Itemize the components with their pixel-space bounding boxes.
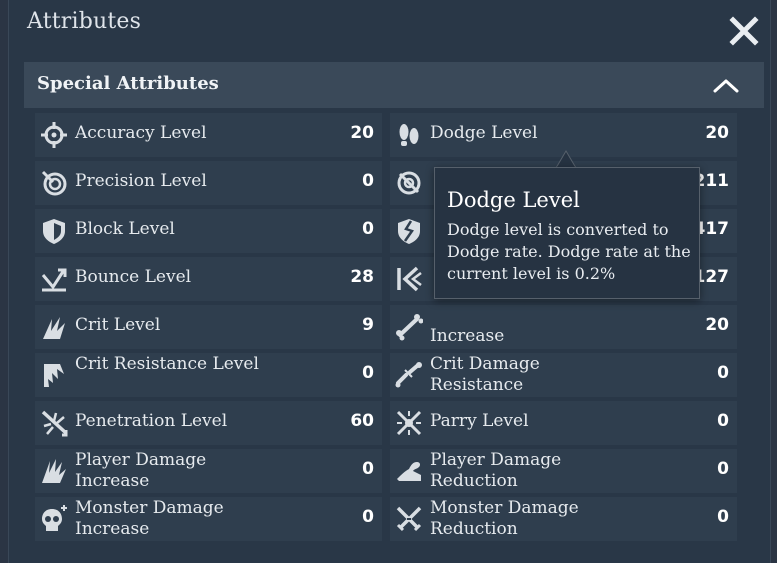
close-icon[interactable] — [727, 14, 761, 48]
attr-label: Parry Level — [430, 411, 529, 431]
attr-value: 0 — [717, 363, 729, 383]
parry-icon — [396, 410, 422, 436]
bone-icon — [396, 314, 423, 341]
attr-value: 60 — [350, 411, 374, 431]
attr-label: Penetration Level — [75, 411, 228, 431]
window-title: Attributes — [27, 9, 142, 34]
target-spiral-icon — [41, 170, 67, 196]
attr-penetration-level[interactable]: Penetration Level 60 — [35, 401, 382, 445]
attr-value: 28 — [350, 267, 374, 287]
attr-crit-level[interactable]: Crit Level 9 — [35, 305, 382, 349]
attr-value: 9 — [362, 315, 374, 335]
attr-value: 0 — [717, 459, 729, 479]
attr-label: Precision Level — [75, 171, 207, 191]
attr-value: 20 — [350, 123, 374, 143]
crosshair-icon — [41, 122, 67, 148]
attr-accuracy-level[interactable]: Accuracy Level 20 — [35, 113, 382, 157]
attr-label: Accuracy Level — [75, 123, 207, 143]
attr-label: Crit Damage Resistance — [430, 354, 540, 395]
crit-burst-icon — [43, 317, 65, 339]
attr-player-damage-increase[interactable]: Player Damage Increase 0 — [35, 449, 382, 493]
attr-label: Crit Level — [75, 315, 161, 335]
attr-label: Bounce Level — [75, 267, 192, 287]
arm-icon — [397, 462, 421, 481]
tooltip-pointer — [556, 150, 576, 168]
attr-label: Block Level — [75, 219, 175, 239]
attr-label: Monster Damage Increase — [75, 498, 224, 539]
crossed-swords-icon — [396, 506, 422, 532]
attr-label: Player Damage Increase — [75, 450, 207, 491]
chevron-up-icon[interactable] — [712, 78, 740, 94]
penetration-icon — [41, 410, 68, 437]
attr-value: 0 — [362, 459, 374, 479]
skull-icon — [42, 505, 67, 531]
attr-value: 0 — [717, 507, 729, 527]
attr-label: Crit Resistance Level — [75, 354, 259, 374]
rebound-icon — [397, 266, 422, 292]
attr-label: Increase — [430, 326, 505, 346]
bounce-arrow-icon — [41, 268, 67, 292]
attr-value: 0 — [362, 219, 374, 239]
attr-label: Monster Damage Reduction — [430, 498, 579, 539]
attr-monster-damage-increase[interactable]: Monster Damage Increase 0 — [35, 497, 382, 541]
attr-block-level[interactable]: Block Level 0 — [35, 209, 382, 253]
attr-bounce-level[interactable]: Bounce Level 28 — [35, 257, 382, 301]
attr-label: Dodge Level — [430, 123, 538, 143]
tooltip-body: Dodge level is converted to Dodge rate. … — [447, 220, 691, 283]
cracked-shield-icon — [398, 219, 420, 244]
dodge-level-tooltip: Dodge Level Dodge level is converted to … — [434, 167, 700, 299]
special-attributes-header[interactable]: Special Attributes — [24, 62, 764, 108]
attr-value: 0 — [362, 171, 374, 191]
attr-value: 0 — [717, 411, 729, 431]
attr-crit-damage-resistance[interactable]: Crit Damage Resistance 0 — [390, 353, 737, 397]
shield-icon — [43, 219, 65, 244]
attr-player-damage-reduction[interactable]: Player Damage Reduction 0 — [390, 449, 737, 493]
tooltip-title: Dodge Level — [447, 188, 580, 212]
no-target-icon — [397, 171, 421, 195]
attr-value: 0 — [362, 507, 374, 527]
attr-precision-level[interactable]: Precision Level 0 — [35, 161, 382, 205]
attr-value: 20 — [705, 315, 729, 335]
attr-value: 20 — [705, 123, 729, 143]
attr-label: Player Damage Reduction — [430, 450, 562, 491]
section-title: Special Attributes — [37, 73, 219, 94]
background-edge-left — [0, 0, 8, 563]
attr-crit-resistance-level[interactable]: Crit Resistance Level 0 — [35, 353, 382, 397]
claw-icon — [42, 459, 66, 483]
attr-right-row-5[interactable]: Increase 20 — [390, 305, 737, 349]
broken-bone-icon — [395, 362, 422, 388]
footprints-icon — [399, 124, 419, 146]
attr-value: 0 — [362, 363, 374, 383]
attr-parry-level[interactable]: Parry Level 0 — [390, 401, 737, 445]
crit-resist-icon — [44, 364, 64, 387]
attr-monster-damage-reduction[interactable]: Monster Damage Reduction 0 — [390, 497, 737, 541]
